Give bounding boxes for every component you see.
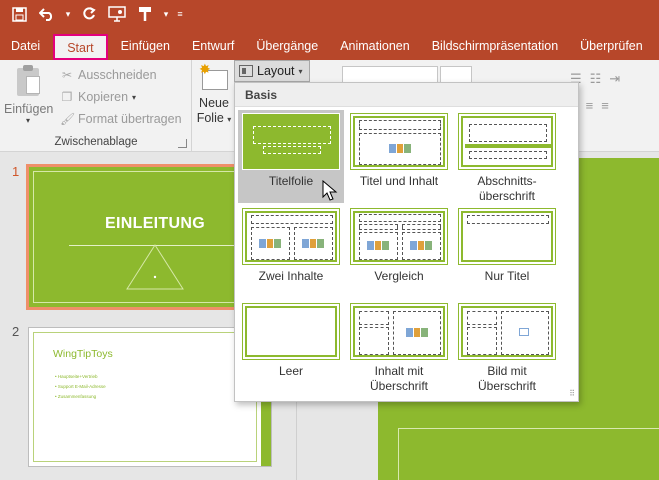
layout-label: Leer xyxy=(278,364,304,378)
cut-button[interactable]: ✂ Ausschneiden xyxy=(60,64,182,86)
tab-datei[interactable]: Datei xyxy=(0,34,51,60)
layout-label: Abschnitts-überschrift xyxy=(477,174,537,203)
new-slide-label-line1: Neue xyxy=(199,96,229,110)
layout-thumb-bild-mit-ueberschrift xyxy=(458,303,556,360)
format-painter-dropdown-icon[interactable]: ▾ xyxy=(160,2,172,26)
tab-einfuegen[interactable]: Einfügen xyxy=(110,34,181,60)
save-icon[interactable] xyxy=(6,2,32,26)
layout-leer[interactable]: Leer xyxy=(238,300,344,393)
layout-label: Zwei Inhalte xyxy=(258,269,324,283)
copy-button[interactable]: ❐ Kopieren ▾ xyxy=(60,86,182,108)
clipboard-group-label: Zwischenablage xyxy=(54,136,138,148)
format-painter-label: Format übertragen xyxy=(78,112,182,126)
redo-icon[interactable] xyxy=(76,2,102,26)
align-right-icon[interactable]: ≡ xyxy=(601,98,609,113)
cut-label: Ausschneiden xyxy=(78,68,157,82)
format-painter-icon[interactable] xyxy=(132,2,158,26)
layout-label: Bild mit Überschrift xyxy=(477,364,536,393)
slide-number: 2 xyxy=(12,324,20,339)
format-painter-button[interactable]: 🖌 Format übertragen xyxy=(60,108,182,130)
layout-zwei-inhalte[interactable]: Zwei Inhalte xyxy=(238,205,344,298)
tab-bildschirmpraesentation[interactable]: Bildschirmpräsentation xyxy=(421,34,569,60)
layout-thumb-abschnittsueberschrift xyxy=(458,113,556,170)
slide-number: 1 xyxy=(12,164,20,179)
scissors-icon: ✂ xyxy=(61,68,73,82)
layout-thumb-leer xyxy=(242,303,340,360)
paste-button[interactable]: Einfügen ▾ xyxy=(4,64,54,125)
layout-inhalt-mit-ueberschrift[interactable]: Inhalt mit Überschrift xyxy=(346,300,452,393)
layout-icon xyxy=(239,65,253,77)
layout-button[interactable]: Layout ▾ xyxy=(234,60,310,82)
numbering-icon[interactable]: ☷ xyxy=(590,71,602,87)
layout-thumb-nur-titel xyxy=(458,208,556,265)
layout-label: Nur Titel xyxy=(484,269,530,283)
slide-2-title: WingTipToys xyxy=(53,348,113,360)
paste-dropdown-icon[interactable]: ▾ xyxy=(4,116,52,125)
quick-access-toolbar: ▾ ▾ ≡ xyxy=(0,0,659,28)
undo-dropdown-icon[interactable]: ▾ xyxy=(62,2,74,26)
tab-animationen[interactable]: Animationen xyxy=(329,34,421,60)
slide-2-bullet: • Zusammenfassung xyxy=(55,394,97,399)
layout-label: Titel und Inhalt xyxy=(359,174,439,188)
customize-qat-icon[interactable]: ≡ xyxy=(174,2,186,26)
new-slide-label-line2: Folie ▾ xyxy=(196,111,232,125)
layout-thumb-vergleich xyxy=(350,208,448,265)
tab-ueberpruefen[interactable]: Überprüfen xyxy=(569,34,654,60)
dialog-launcher-icon[interactable]: . xyxy=(178,139,187,148)
copy-dropdown-icon[interactable]: ▾ xyxy=(132,93,136,102)
layout-label: Vergleich xyxy=(374,269,424,283)
tab-start[interactable]: Start xyxy=(53,34,108,60)
indent-icon[interactable]: ⇥ xyxy=(609,71,620,87)
layout-label: Layout xyxy=(257,64,295,78)
mouse-cursor-icon xyxy=(322,180,338,201)
layout-nur-titel[interactable]: Nur Titel xyxy=(454,205,560,298)
new-slide-button[interactable]: ✸ Neue Folie ▾ xyxy=(194,62,234,127)
tab-uebergaenge[interactable]: Übergänge xyxy=(245,34,329,60)
slide-2-bullet: • Hauptseite+Vertrieb xyxy=(55,374,98,379)
layout-thumb-titelfolie xyxy=(242,113,340,170)
layout-thumb-inhalt-mit-ueberschrift xyxy=(350,303,448,360)
gallery-header: Basis xyxy=(235,83,578,107)
layout-thumb-zwei-inhalte xyxy=(242,208,340,265)
layout-gallery: Basis Titelfolie Titel und Inhalt Abschn… xyxy=(234,82,579,402)
layout-dropdown-icon: ▾ xyxy=(298,66,303,76)
layout-titel-und-inhalt[interactable]: Titel und Inhalt xyxy=(346,110,452,203)
layout-label: Inhalt mit Überschrift xyxy=(369,364,428,393)
paragraph-group: ☰ ☷ ⇥ ≡ ≡ ≡ xyxy=(566,66,659,126)
new-slide-icon: ✸ xyxy=(199,62,229,92)
copy-label: Kopieren xyxy=(78,90,129,104)
paste-icon xyxy=(15,64,41,98)
picture-icon xyxy=(519,328,529,336)
ribbon-tabs: Datei Start Einfügen Entwurf Übergänge A… xyxy=(0,28,659,60)
layout-abschnittsueberschrift[interactable]: Abschnitts-überschrift xyxy=(454,110,560,203)
layout-bild-mit-ueberschrift[interactable]: Bild mit Überschrift xyxy=(454,300,560,393)
present-from-start-icon[interactable] xyxy=(104,2,130,26)
paintbrush-icon: 🖌 xyxy=(60,112,76,126)
align-center-icon[interactable]: ≡ xyxy=(586,98,594,113)
layout-vergleich[interactable]: Vergleich xyxy=(346,205,452,298)
paste-label: Einfügen xyxy=(4,102,54,116)
undo-icon[interactable] xyxy=(34,2,60,26)
resize-grip-icon[interactable]: ⠿ xyxy=(569,389,575,398)
copy-icon: ❐ xyxy=(61,90,73,104)
layout-thumb-titel-und-inhalt xyxy=(350,113,448,170)
tab-entwurf[interactable]: Entwurf xyxy=(181,34,245,60)
slide-2-bullet: • Support E-Mail-Adresse xyxy=(55,384,106,389)
clipboard-group: Einfügen ▾ ✂ Ausschneiden ❐ Kopieren ▾ 🖌… xyxy=(0,60,192,152)
